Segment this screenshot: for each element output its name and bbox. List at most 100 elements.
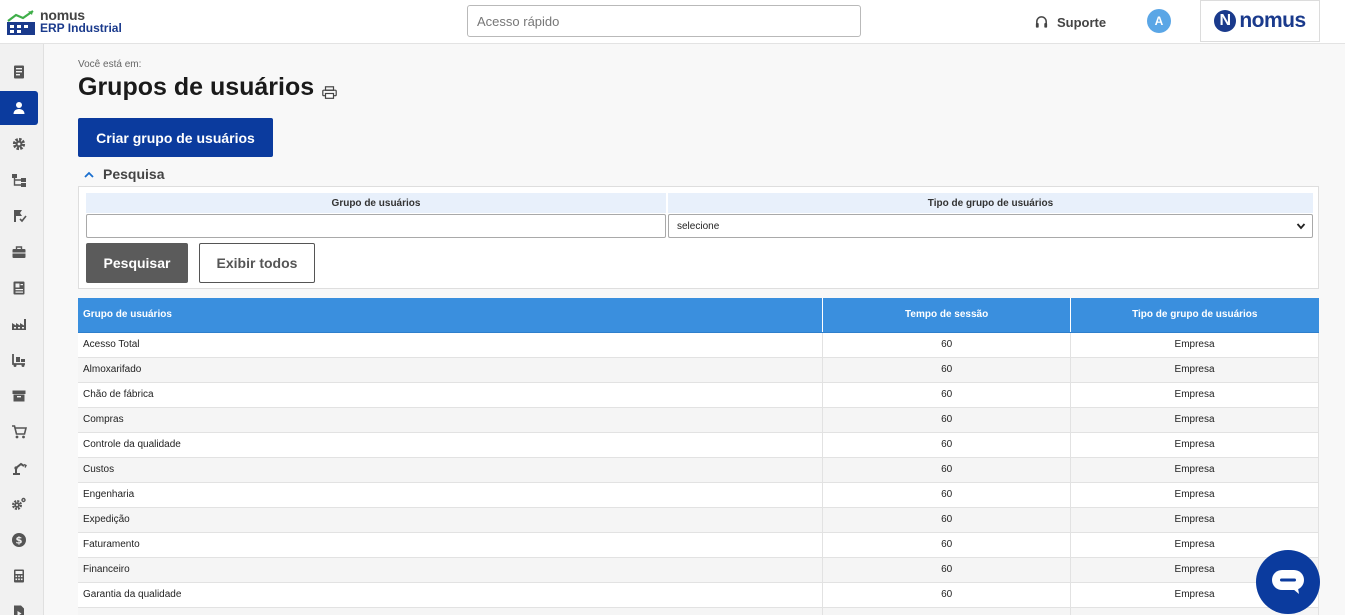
- support-label: Suporte: [1057, 14, 1107, 30]
- sidebar-item-finance[interactable]: $: [0, 523, 38, 557]
- sidebar-item-accounting[interactable]: [0, 559, 38, 593]
- cell-group-type: Empresa: [1070, 382, 1319, 408]
- user-avatar[interactable]: A: [1147, 9, 1171, 33]
- cell-group-name: [78, 607, 824, 615]
- brand-word: nomus: [1239, 9, 1306, 32]
- dollar-icon: $: [12, 533, 26, 547]
- factory-icon: [12, 319, 26, 330]
- calculator-icon: [14, 569, 24, 583]
- group-type-selected-value: selecione: [677, 220, 720, 232]
- top-bar: nomus ERP Industrial Suporte A N nomus: [0, 0, 1345, 44]
- sidebar-item-settings[interactable]: [0, 127, 38, 161]
- page-title: Grupos de usuários: [78, 73, 315, 101]
- cell-session-time: 60: [822, 407, 1072, 433]
- cell-group-name: Garantia da qualidade: [78, 582, 824, 608]
- table-row[interactable]: Expedição 60 Empresa: [78, 507, 1319, 533]
- sidebar-item-reports[interactable]: [0, 271, 38, 305]
- cell-session-time: 60: [822, 532, 1072, 558]
- breadcrumb-label: Você está em:: [78, 59, 142, 70]
- flowchart-icon: [12, 174, 26, 187]
- document-icon: [14, 65, 24, 79]
- sidebar-item-configuration[interactable]: [0, 487, 38, 521]
- search-toggle[interactable]: Pesquisa: [84, 166, 164, 182]
- quick-access-input[interactable]: [467, 5, 861, 37]
- newspaper-icon: [13, 281, 25, 295]
- column-header-session-time[interactable]: Tempo de sessão: [822, 298, 1072, 333]
- print-icon[interactable]: [322, 86, 337, 99]
- cell-session-time: 60: [822, 332, 1072, 358]
- robot-arm-icon: [13, 462, 27, 475]
- chevron-up-icon: [84, 171, 94, 178]
- table-row[interactable]: Financeiro 60 Empresa: [78, 557, 1319, 583]
- table-row[interactable]: [78, 607, 1319, 615]
- sidebar-item-purchases[interactable]: [0, 415, 38, 449]
- cell-group-type: Empresa: [1070, 457, 1319, 483]
- cell-group-type: Empresa: [1070, 332, 1319, 358]
- logo-text-erp: ERP Industrial: [40, 21, 122, 35]
- sidebar-item-automation[interactable]: [0, 451, 38, 485]
- cell-session-time: 60: [822, 457, 1072, 483]
- create-user-group-button[interactable]: Criar grupo de usuários: [78, 118, 273, 157]
- table-row[interactable]: Custos 60 Empresa: [78, 457, 1319, 483]
- sidebar-item-structure[interactable]: [0, 163, 38, 197]
- cell-group-type: Empresa: [1070, 507, 1319, 533]
- table-row[interactable]: Chão de fábrica 60 Empresa: [78, 382, 1319, 408]
- column-header-group-type[interactable]: Tipo de grupo de usuários: [1070, 298, 1319, 333]
- headset-icon: [1035, 15, 1048, 28]
- column-header-user-group[interactable]: Grupo de usuários: [78, 298, 824, 333]
- table-row[interactable]: Acesso Total 60 Empresa: [78, 332, 1319, 358]
- cell-group-name: Acesso Total: [78, 332, 824, 358]
- cell-group-type: Empresa: [1070, 407, 1319, 433]
- table-row[interactable]: Faturamento 60 Empresa: [78, 532, 1319, 558]
- briefcase-icon: [12, 246, 26, 258]
- sidebar-item-tasks[interactable]: [0, 199, 38, 233]
- cell-session-time: 60: [822, 507, 1072, 533]
- cell-group-name: Custos: [78, 457, 824, 483]
- table-row[interactable]: Compras 60 Empresa: [78, 407, 1319, 433]
- table-row[interactable]: Engenharia 60 Empresa: [78, 482, 1319, 508]
- cell-group-name: Almoxarifado: [78, 357, 824, 383]
- cell-group-name: Chão de fábrica: [78, 382, 824, 408]
- user-group-input[interactable]: [86, 214, 666, 238]
- table-row[interactable]: Garantia da qualidade 60 Empresa: [78, 582, 1319, 608]
- cell-session-time: 60: [822, 557, 1072, 583]
- sidebar-item-logistics[interactable]: [0, 343, 38, 377]
- brand-n-icon: N: [1214, 10, 1237, 32]
- brand-logo: N nomus: [1200, 0, 1320, 42]
- user-groups-table: Grupo de usuários Tempo de sessão Tipo d…: [78, 298, 1319, 615]
- sidebar-item-inventory[interactable]: [0, 379, 38, 413]
- search-button[interactable]: Pesquisar: [86, 243, 188, 283]
- cell-group-name: Compras: [78, 407, 824, 433]
- sidebar-item-documents[interactable]: [0, 55, 38, 89]
- flag-check-icon: [14, 210, 27, 223]
- sidebar-item-users[interactable]: [0, 91, 38, 125]
- cart-icon: [12, 425, 27, 439]
- chat-widget-button[interactable]: [1256, 550, 1320, 614]
- table-row[interactable]: Almoxarifado 60 Empresa: [78, 357, 1319, 383]
- cell-group-name: Engenharia: [78, 482, 824, 508]
- cell-session-time: 60: [822, 432, 1072, 458]
- sidebar-item-business[interactable]: [0, 235, 38, 269]
- cell-session-time: [822, 607, 1072, 615]
- sidebar: $: [0, 44, 44, 615]
- support-link[interactable]: Suporte: [1034, 12, 1106, 32]
- svg-text:$: $: [16, 536, 23, 547]
- app-logo[interactable]: nomus ERP Industrial: [6, 6, 126, 38]
- sidebar-item-production[interactable]: [0, 307, 38, 341]
- sidebar-item-media[interactable]: [0, 595, 38, 615]
- cell-session-time: 60: [822, 382, 1072, 408]
- table-row[interactable]: Controle da qualidade 60 Empresa: [78, 432, 1319, 458]
- cell-session-time: 60: [822, 357, 1072, 383]
- factory-logo-icon: [7, 10, 35, 35]
- search-panel: Grupo de usuários Tipo de grupo de usuár…: [78, 186, 1319, 289]
- cell-session-time: 60: [822, 482, 1072, 508]
- cell-group-type: Empresa: [1070, 432, 1319, 458]
- logo-text-nomus: nomus: [40, 7, 85, 23]
- search-toggle-label: Pesquisa: [103, 166, 165, 182]
- show-all-button[interactable]: Exibir todos: [199, 243, 315, 283]
- chat-icon: [1272, 570, 1304, 594]
- gear-icon: [12, 137, 26, 151]
- cell-group-name: Expedição: [78, 507, 824, 533]
- group-type-select[interactable]: selecione: [668, 214, 1313, 238]
- cell-group-name: Controle da qualidade: [78, 432, 824, 458]
